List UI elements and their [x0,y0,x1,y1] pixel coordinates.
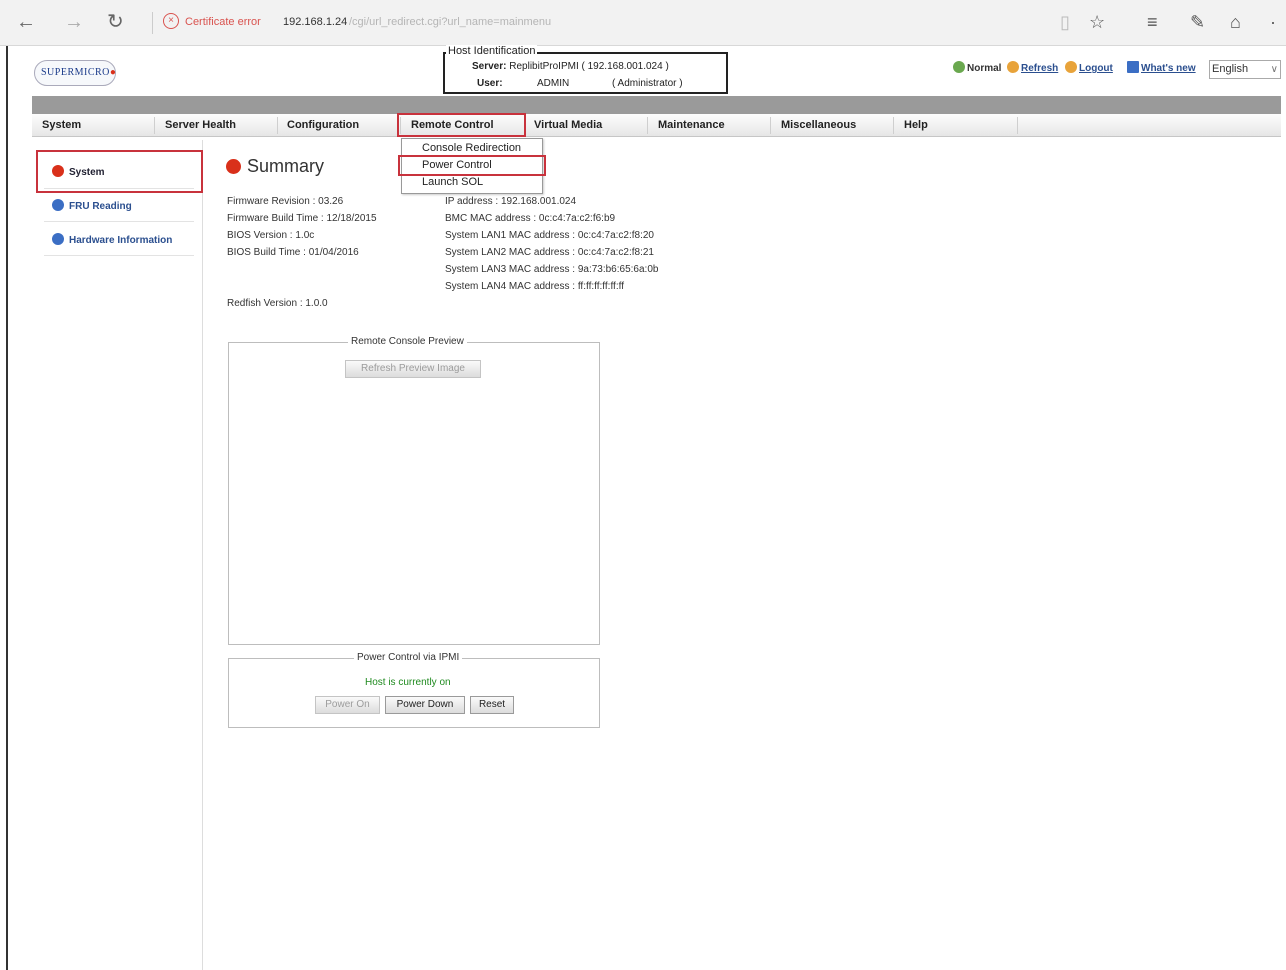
power-down-button[interactable]: Power Down [385,696,465,714]
window-edge [0,46,8,970]
url-path[interactable]: /cgi/url_redirect.cgi?url_name=mainmenu [349,16,551,28]
lan1-mac-address: System LAN1 MAC address : 0c:c4:7a:c2:f8… [445,230,654,241]
user-role: ( Administrator ) [612,78,683,89]
certificate-error-label[interactable]: Certificate error [185,16,261,28]
language-select[interactable]: English ∨ [1209,60,1281,79]
page-title: Summary [247,156,325,176]
refresh-preview-button[interactable]: Refresh Preview Image [345,360,481,378]
menu-divider [893,117,894,134]
refresh-link[interactable]: Refresh [1007,61,1058,74]
reading-view-icon[interactable]: ▯ [1060,10,1070,34]
back-icon[interactable]: ← [16,10,36,34]
menu-configuration[interactable]: Configuration [287,119,359,131]
status-ok-icon [953,61,965,73]
server-value: ReplibitProIPMI ( 192.168.001.024 ) [509,61,669,72]
news-icon [1127,61,1139,73]
power-control-panel [228,658,600,728]
dropdown-console-redirection[interactable]: Console Redirection [422,142,521,154]
leftnav-hardware-information[interactable]: Hardware Information [52,233,172,246]
url-host[interactable]: 192.168.1.24 [283,16,347,28]
remote-control-highlight [397,113,526,137]
menu-system[interactable]: System [42,119,81,131]
logout-link[interactable]: Logout [1065,61,1113,74]
user-row: User: [477,78,503,89]
firmware-revision: Firmware Revision : 03.26 [227,196,344,207]
menu-divider [154,117,155,134]
power-on-button[interactable]: Power On [315,696,380,714]
bios-version: BIOS Version : 1.0c [227,230,315,241]
menu-divider [647,117,648,134]
favorite-star-icon[interactable]: ☆ [1089,10,1105,34]
lan3-mac-address: System LAN3 MAC address : 9a:73:b6:65:6a… [445,264,659,275]
menu-miscellaneous[interactable]: Miscellaneous [781,119,856,131]
forward-icon[interactable]: → [64,10,84,34]
redfish-version: Redfish Version : 1.0.0 [227,298,328,309]
leftnav-fru-reading[interactable]: FRU Reading [52,199,132,212]
reload-icon[interactable]: ↻ [107,10,124,34]
menu-divider [770,117,771,134]
address-divider [152,12,153,34]
menu-maintenance[interactable]: Maintenance [658,119,725,131]
certificate-error-icon[interactable]: × [163,13,179,29]
main-menu-bar: System Server Health Configuration Remot… [32,114,1281,137]
bmc-mac-address: BMC MAC address : 0c:c4:7a:c2:f6:b9 [445,213,616,224]
menu-divider [1017,117,1018,134]
refresh-icon [1007,61,1019,73]
summary-icon [226,159,241,174]
power-control-legend: Power Control via IPMI [354,652,463,663]
remote-console-preview-panel [228,342,600,645]
dropdown-launch-sol[interactable]: Launch SOL [422,176,483,188]
server-row: Server: ReplibitProIPMI ( 192.168.001.02… [472,61,669,72]
chevron-down-icon: ∨ [1270,64,1278,75]
web-note-icon[interactable]: ✎ [1190,10,1205,34]
user-label: User: [477,78,503,89]
leftnav-system-highlight [36,150,203,193]
leftnav-separator [44,221,194,222]
firmware-build-time: Firmware Build Time : 12/18/2015 [227,213,377,224]
user-value: ADMIN [537,78,570,89]
lan4-mac-address: System LAN4 MAC address : ff:ff:ff:ff:ff… [445,281,624,292]
lan2-mac-address: System LAN2 MAC address : 0c:c4:7a:c2:f8… [445,247,654,258]
menu-virtual-media[interactable]: Virtual Media [534,119,602,131]
reset-button[interactable]: Reset [470,696,514,714]
host-identification-title: Host Identification [446,45,538,57]
status-normal: Normal [953,61,1001,74]
menu-server-health[interactable]: Server Health [165,119,236,131]
ip-address: IP address : 192.168.001.024 [445,196,577,207]
more-icon[interactable]: · [1270,10,1276,34]
bios-build-time: BIOS Build Time : 01/04/2016 [227,247,359,258]
left-nav-divider [202,140,203,970]
fru-icon [52,199,64,211]
remote-console-preview-legend: Remote Console Preview [348,336,467,347]
hub-icon[interactable]: ≡ [1147,10,1158,34]
power-control-highlight [398,155,546,176]
leftnav-separator [44,255,194,256]
header-band [32,96,1281,114]
whats-new-link[interactable]: What's new [1127,61,1196,74]
server-label: Server: [472,61,507,72]
supermicro-logo: SUPERMICRO● [34,60,116,86]
host-status: Host is currently on [365,677,451,688]
hardware-icon [52,233,64,245]
browser-toolbar: ← → ↻ × Certificate error 192.168.1.24 /… [0,0,1286,46]
leftnav-separator [44,188,194,189]
logout-icon [1065,61,1077,73]
menu-divider [277,117,278,134]
menu-help[interactable]: Help [904,119,928,131]
share-icon[interactable]: ⌂ [1230,10,1241,34]
